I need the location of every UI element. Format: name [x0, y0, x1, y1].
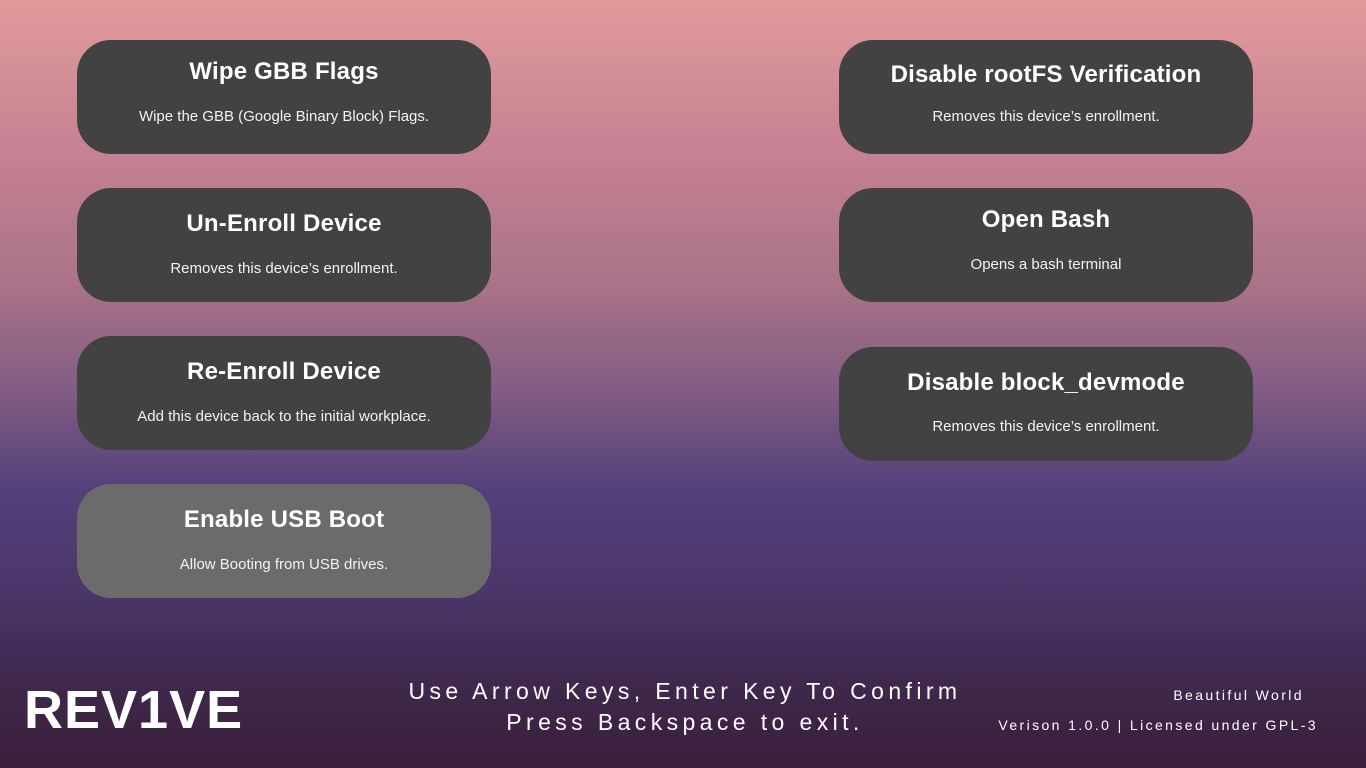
menu-item-title: Enable USB Boot: [183, 506, 385, 533]
menu-item-description: Removes this device’s enrollment.: [932, 108, 1160, 125]
menu-item-description: Allow Booting from USB drives.: [179, 556, 389, 573]
menu-item-title: Open Bash: [981, 206, 1111, 233]
menu-item-description: Removes this device’s enrollment.: [170, 260, 398, 277]
instructions-line-1: Use Arrow Keys, Enter Key To Confirm: [408, 678, 962, 704]
menu-item-title: Disable rootFS Verification: [890, 61, 1202, 88]
menu-item-description: Opens a bash terminal: [970, 256, 1122, 273]
menu-item-re-enroll-device[interactable]: Re-Enroll Device Add this device back to…: [77, 336, 491, 450]
instructions-line-2: Press Backspace to exit.: [506, 709, 864, 735]
menu-item-enable-usb-boot[interactable]: Enable USB Boot Allow Booting from USB d…: [77, 484, 491, 598]
menu-item-disable-block-devmode[interactable]: Disable block_devmode Removes this devic…: [839, 347, 1253, 461]
menu-item-title: Disable block_devmode: [907, 369, 1185, 396]
menu-item-open-bash[interactable]: Open Bash Opens a bash terminal: [839, 188, 1253, 302]
menu-item-title: Re-Enroll Device: [187, 358, 381, 385]
version-text: Verison 1.0.0 | Licensed under GPL-3: [998, 717, 1318, 733]
menu-item-un-enroll-device[interactable]: Un-Enroll Device Removes this device’s e…: [77, 188, 491, 302]
menu-item-description: Wipe the GBB (Google Binary Block) Flags…: [138, 108, 430, 125]
menu-item-description: Add this device back to the initial work…: [137, 408, 431, 425]
instructions: Use Arrow Keys, Enter Key To Confirm Pre…: [380, 676, 990, 738]
menu-item-disable-rootfs-verification[interactable]: Disable rootFS Verification Removes this…: [839, 40, 1253, 154]
revive-logo: REV1VE: [24, 680, 244, 740]
menu-item-wipe-gbb-flags[interactable]: Wipe GBB Flags Wipe the GBB (Google Bina…: [77, 40, 491, 154]
menu-item-title: Un-Enroll Device: [186, 210, 382, 237]
footer-info: Beautiful World Verison 1.0.0 | Licensed…: [918, 686, 1318, 734]
menu-item-title: Wipe GBB Flags: [189, 58, 379, 85]
tagline: Beautiful World: [1173, 687, 1304, 703]
menu-item-description: Removes this device’s enrollment.: [932, 418, 1160, 435]
